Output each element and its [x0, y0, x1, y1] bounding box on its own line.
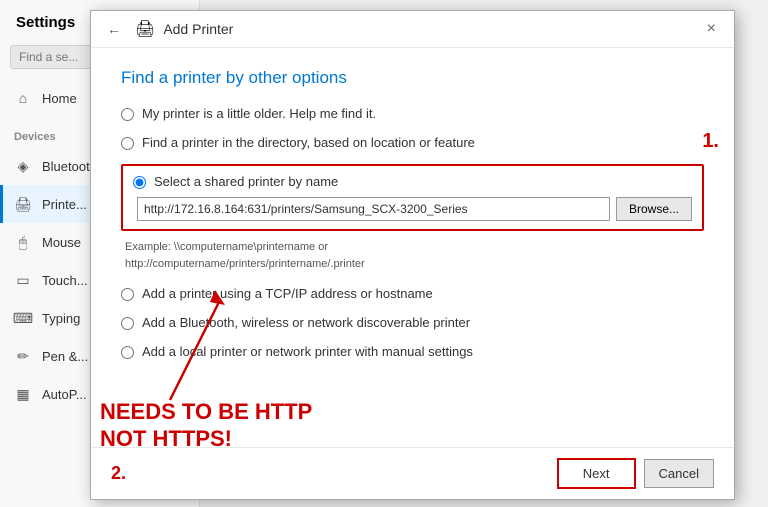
dialog-content: Find a printer by other options My print…	[91, 48, 734, 447]
option-label-3[interactable]: Select a shared printer by name	[154, 174, 338, 189]
sidebar-item-pen-label: Pen &...	[42, 349, 88, 364]
sidebar-item-home-label: Home	[42, 91, 77, 106]
dialog-footer: 2. Next Cancel	[91, 447, 734, 499]
big-annotation-line1: NEEDS TO BE HTTP	[100, 399, 312, 425]
radio-opt5[interactable]	[121, 317, 134, 330]
radio-opt2[interactable]	[121, 137, 134, 150]
sidebar-item-mouse-label: Mouse	[42, 235, 81, 250]
cancel-button[interactable]: Cancel	[644, 459, 714, 488]
back-button[interactable]: ←	[101, 19, 127, 39]
option-row-1: My printer is a little older. Help me fi…	[121, 106, 704, 121]
close-button[interactable]: ×	[699, 19, 724, 39]
option-row-2-wrapper: Find a printer in the directory, based o…	[121, 135, 704, 150]
annotation-number-1: 1.	[702, 130, 719, 153]
sidebar-item-printers-label: Printe...	[42, 197, 87, 212]
dialog-title-text: Add Printer	[163, 21, 233, 37]
typing-icon: ⌨	[14, 309, 32, 327]
section-heading: Find a printer by other options	[121, 68, 704, 88]
autop-icon: ▦	[14, 385, 32, 403]
radio-opt3[interactable]	[133, 176, 146, 189]
dialog-printer-icon: 🖨	[135, 19, 155, 39]
pen-icon: ✏	[14, 347, 32, 365]
option-label-6[interactable]: Add a local printer or network printer w…	[142, 344, 473, 359]
touchpad-icon: ▭	[14, 271, 32, 289]
option-label-4[interactable]: Add a printer using a TCP/IP address or …	[142, 286, 433, 301]
highlighted-option-wrapper: Select a shared printer by name Browse..…	[121, 164, 704, 272]
printer-url-input[interactable]	[137, 197, 610, 221]
example-text: Example: \\computername\printername or h…	[125, 239, 704, 272]
option-row-6: Add a local printer or network printer w…	[121, 344, 704, 359]
sidebar-item-bluetooth-label: Bluetooth	[42, 159, 97, 174]
sidebar-item-autop-label: AutoP...	[42, 387, 87, 402]
dialog-title-left: ← 🖨 Add Printer	[101, 19, 233, 39]
radio-opt6[interactable]	[121, 346, 134, 359]
bluetooth-icon: ◈	[14, 157, 32, 175]
sidebar-item-typing-label: Typing	[42, 311, 80, 326]
option-label-5[interactable]: Add a Bluetooth, wireless or network dis…	[142, 315, 470, 330]
home-icon: ⌂	[14, 89, 32, 107]
big-annotation-line2: NOT HTTPS!	[100, 426, 312, 452]
mouse-icon: 🖱	[14, 233, 32, 251]
radio-opt1[interactable]	[121, 108, 134, 121]
option-row-4: Add a printer using a TCP/IP address or …	[121, 286, 704, 301]
highlighted-option: Select a shared printer by name Browse..…	[121, 164, 704, 231]
option-label-2[interactable]: Find a printer in the directory, based o…	[142, 135, 475, 150]
radio-opt4[interactable]	[121, 288, 134, 301]
printer-nav-icon: 🖨	[14, 195, 32, 213]
browse-button[interactable]: Browse...	[616, 197, 692, 221]
next-button[interactable]: Next	[557, 458, 636, 489]
sidebar-item-touchpad-label: Touch...	[42, 273, 88, 288]
annotation-number-2: 2.	[111, 463, 126, 484]
big-annotation-text: NEEDS TO BE HTTP NOT HTTPS!	[100, 399, 312, 452]
option-row-5: Add a Bluetooth, wireless or network dis…	[121, 315, 704, 330]
option-row-3: Select a shared printer by name	[133, 174, 692, 189]
option-label-1[interactable]: My printer is a little older. Help me fi…	[142, 106, 376, 121]
dialog-titlebar: ← 🖨 Add Printer ×	[91, 11, 734, 48]
url-input-row: Browse...	[137, 197, 692, 221]
